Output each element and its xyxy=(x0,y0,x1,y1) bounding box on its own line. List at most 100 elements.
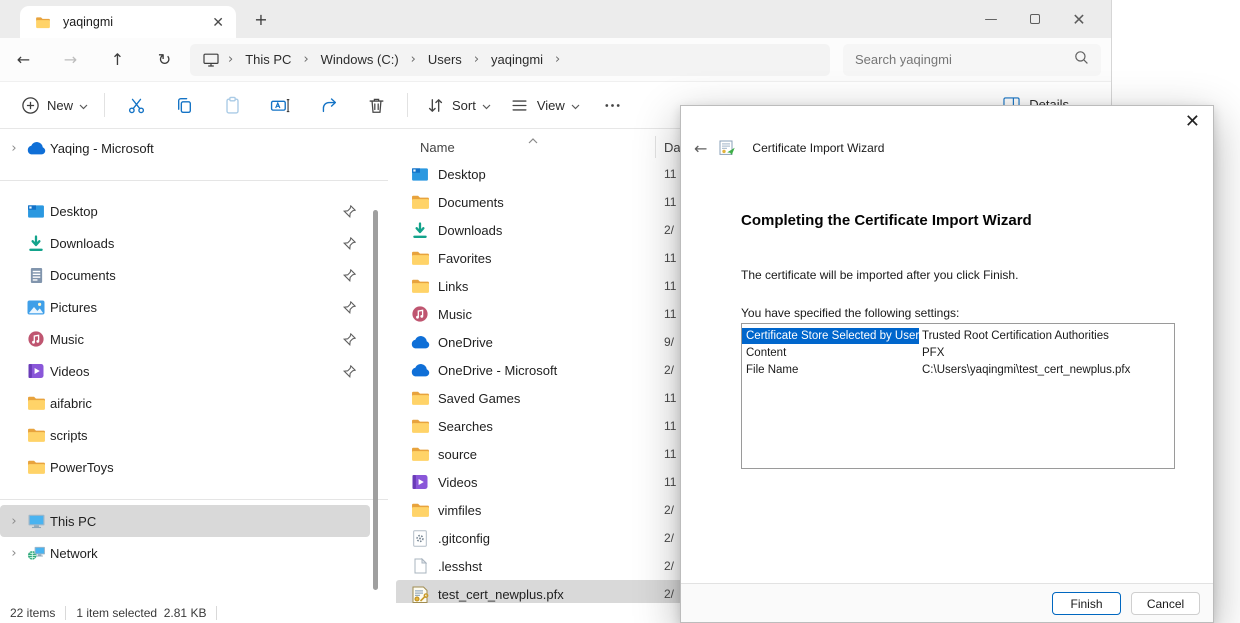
breadcrumb-segment[interactable]: Users xyxy=(422,52,468,67)
sidebar-item-music[interactable]: Music xyxy=(0,323,370,355)
delete-button[interactable] xyxy=(352,88,400,122)
new-button-label: New xyxy=(47,98,73,113)
dialog-header: ← Certificate Import Wizard xyxy=(694,137,884,159)
dialog-back-button[interactable]: ← xyxy=(694,139,707,158)
chevron-right-icon[interactable]: › xyxy=(4,141,24,156)
maximize-button[interactable] xyxy=(1013,0,1057,38)
folder-icon xyxy=(410,276,430,296)
setting-value: Trusted Root Certification Authorities xyxy=(919,330,1174,342)
sidebar-item-documents[interactable]: Documents xyxy=(0,259,370,291)
sidebar-item-label: Network xyxy=(50,546,98,561)
back-button[interactable]: ← xyxy=(0,50,47,69)
breadcrumb-segment[interactable]: yaqingmi xyxy=(485,52,549,67)
copy-button[interactable] xyxy=(160,88,208,122)
forward-button[interactable]: → xyxy=(47,50,94,69)
finish-button[interactable]: Finish xyxy=(1052,592,1121,615)
settings-row[interactable]: File NameC:\Users\yaqingmi\test_cert_new… xyxy=(742,361,1174,378)
sidebar-item-videos[interactable]: Videos xyxy=(0,355,370,387)
sidebar-item-aifabric[interactable]: aifabric xyxy=(0,387,370,419)
search-placeholder: Search yaqingmi xyxy=(855,52,1074,67)
column-header-date[interactable]: Da xyxy=(664,140,680,155)
explorer-tab[interactable]: yaqingmi ✕ xyxy=(20,6,236,38)
setting-key: Content xyxy=(742,345,919,361)
chevron-right-icon[interactable]: › xyxy=(4,546,24,561)
sidebar-item-this-pc[interactable]: ›This PC xyxy=(0,505,370,537)
settings-label: You have specified the following setting… xyxy=(741,306,959,320)
file-name: vimfiles xyxy=(438,503,481,518)
file-date-partial: 2/ xyxy=(664,531,679,545)
music-icon xyxy=(410,304,430,324)
ellipsis-icon xyxy=(602,94,624,116)
search-icon xyxy=(1074,50,1089,70)
file-name: .gitconfig xyxy=(438,531,490,546)
setting-value: C:\Users\yaqingmi\test_cert_newplus.pfx xyxy=(919,364,1174,376)
settings-row[interactable]: ContentPFX xyxy=(742,344,1174,361)
setting-key: File Name xyxy=(742,362,919,378)
chevron-right-icon[interactable]: › xyxy=(4,514,24,529)
rename-button[interactable] xyxy=(256,88,304,122)
cancel-button[interactable]: Cancel xyxy=(1131,592,1200,615)
file-date-partial: 11 xyxy=(664,391,679,405)
sidebar-divider xyxy=(0,180,388,181)
share-button[interactable] xyxy=(304,88,352,122)
pin-icon xyxy=(343,365,356,383)
up-button[interactable]: ↑ xyxy=(94,50,141,69)
new-button[interactable]: New xyxy=(10,88,97,122)
sidebar-item-downloads[interactable]: Downloads xyxy=(0,227,370,259)
breadcrumb-chevron-icon: › xyxy=(222,52,239,67)
tab-bar: yaqingmi ✕ + — ✕ xyxy=(0,0,1111,38)
sidebar-item-label: aifabric xyxy=(50,396,92,411)
wizard-heading: Completing the Certificate Import Wizard xyxy=(741,212,1032,229)
refresh-button[interactable]: ↻ xyxy=(141,50,188,69)
sidebar-item-label: PowerToys xyxy=(50,460,114,475)
more-options-button[interactable] xyxy=(589,88,637,122)
paste-icon xyxy=(221,94,243,116)
screen: yaqingmi ✕ + — ✕ ← → ↑ ↻ ›This PC›Window… xyxy=(0,0,1240,623)
view-button[interactable]: View xyxy=(500,88,589,122)
copy-icon xyxy=(173,94,195,116)
sort-button[interactable]: Sort xyxy=(415,88,500,122)
sidebar-item-pictures[interactable]: Pictures xyxy=(0,291,370,323)
breadcrumb-chevron-icon: › xyxy=(405,52,422,67)
minimize-button[interactable]: — xyxy=(969,0,1013,38)
new-tab-button[interactable]: + xyxy=(248,9,274,31)
downloads-icon xyxy=(26,235,46,252)
breadcrumb-segment[interactable]: This PC xyxy=(239,52,297,67)
file-name: test_cert_newplus.pfx xyxy=(438,587,564,602)
cut-button[interactable] xyxy=(112,88,160,122)
sidebar-item-label: Downloads xyxy=(50,236,114,251)
settings-row[interactable]: Certificate Store Selected by UserTruste… xyxy=(742,327,1174,344)
onedrive-cloud-icon xyxy=(410,332,430,352)
sidebar-item-onedrive[interactable]: › Yaqing - Microsoft xyxy=(0,134,390,162)
breadcrumb-chevron-icon: › xyxy=(549,52,566,67)
delete-icon xyxy=(365,94,387,116)
column-header-name[interactable]: Name xyxy=(420,140,455,155)
paste-button[interactable] xyxy=(208,88,256,122)
this-pc-icon xyxy=(26,513,46,529)
sidebar-item-desktop[interactable]: Desktop xyxy=(0,195,370,227)
sidebar-item-powertoys[interactable]: PowerToys xyxy=(0,451,370,483)
settings-table[interactable]: Certificate Store Selected by UserTruste… xyxy=(741,323,1175,469)
file-name: Documents xyxy=(438,195,504,210)
close-button[interactable]: ✕ xyxy=(1057,0,1101,38)
column-separator[interactable] xyxy=(655,136,656,158)
dialog-close-icon[interactable]: ✕ xyxy=(1185,111,1200,132)
sidebar-item-scripts[interactable]: scripts xyxy=(0,419,370,451)
folder-icon xyxy=(32,11,54,33)
sidebar-scrollbar[interactable] xyxy=(373,210,378,590)
tab-close-icon[interactable]: ✕ xyxy=(212,14,224,31)
sidebar-item-label: Music xyxy=(50,332,84,347)
config-file-icon xyxy=(410,528,430,548)
file-name: Favorites xyxy=(438,251,491,266)
file-name: Videos xyxy=(438,475,478,490)
sidebar-item-network[interactable]: › Network xyxy=(0,537,370,569)
chevron-down-icon xyxy=(482,98,491,113)
file-name: Downloads xyxy=(438,223,502,238)
certificate-import-wizard-dialog: ✕ ← Certificate Import Wizard Completing… xyxy=(680,105,1214,623)
search-input[interactable]: Search yaqingmi xyxy=(843,44,1101,76)
file-date-partial: 11 xyxy=(664,307,679,321)
file-date-partial: 11 xyxy=(664,167,679,181)
wizard-body-text: The certificate will be imported after y… xyxy=(741,268,1018,282)
breadcrumb[interactable]: ›This PC›Windows (C:)›Users›yaqingmi› xyxy=(190,44,830,76)
breadcrumb-segment[interactable]: Windows (C:) xyxy=(315,52,405,67)
